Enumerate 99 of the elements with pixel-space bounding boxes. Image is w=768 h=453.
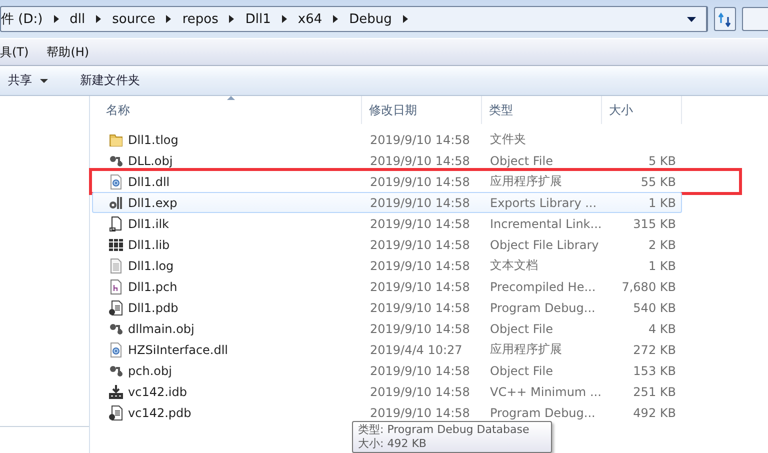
file-type: Object File (489, 322, 554, 336)
file-type: Program Debug... (489, 406, 596, 420)
modified-date: 2019/9/10 14:58 (369, 384, 471, 398)
file-row[interactable]: DLL.obj 2019/9/10 14:58 Object File 5 KB (92, 150, 682, 171)
chevron-icon (95, 14, 102, 24)
modified-date: 2019/9/10 14:58 (369, 174, 471, 188)
file-row[interactable]: Dll1.pch 2019/9/10 14:58 Precompiled He... 7,680 KB (92, 276, 682, 297)
chevron-icon (52, 14, 60, 24)
file-row[interactable]: dllmain.obj 2019/9/10 14:58 Object File 4 KB (92, 318, 682, 339)
breadcrumb[interactable]: repos (182, 12, 218, 26)
file-type: Object File Library (489, 238, 600, 252)
file-name: Dll1.ilk (128, 216, 169, 230)
tooltip-line: 大小: 492 KB (358, 437, 426, 451)
breadcrumb[interactable]: Debug (349, 12, 392, 26)
file-name: vc142.idb (128, 384, 187, 398)
file-size: 153 KB (632, 364, 677, 378)
new-folder-button[interactable]: 新建文件夹 (74, 68, 146, 93)
file-type: Precompiled He... (489, 280, 597, 294)
share-dropdown[interactable]: 共享 (2, 68, 54, 93)
file-name: Dll1.lib (128, 238, 170, 252)
chevron-icon (228, 14, 236, 24)
chevron-icon (280, 14, 288, 24)
file-size: 272 KB (632, 342, 677, 356)
file-name: DLL.obj (128, 154, 173, 168)
menu-item[interactable]: 具(T) (0, 44, 29, 60)
file-type: Object File (489, 364, 554, 378)
file-name: Dll1.exp (128, 196, 178, 210)
file-size: 7,680 KB (620, 280, 677, 294)
file-name: Dll1.tlog (128, 132, 178, 146)
modified-date: 2019/9/10 14:58 (369, 300, 471, 314)
file-name: pch.obj (128, 364, 172, 378)
file-type: 应用程序扩展 (489, 173, 563, 190)
column-header[interactable]: 类型 (482, 96, 602, 124)
file-name: Dll1.log (128, 258, 174, 272)
modified-date: 2019/9/10 14:58 (369, 238, 471, 252)
breadcrumb[interactable]: source (112, 12, 156, 26)
file-name: Dll1.dll (128, 174, 170, 188)
file-size: 1 KB (647, 196, 677, 210)
file-size: 540 KB (632, 300, 677, 314)
modified-date: 2019/9/10 14:58 (369, 132, 471, 146)
file-type: 文件夹 (489, 131, 527, 148)
column-header[interactable]: 大小 (602, 96, 682, 124)
file-name: HZSiInterface.dll (128, 342, 228, 356)
breadcrumb[interactable]: 件 (D:) (1, 10, 43, 28)
file-type: Exports Library ... (489, 196, 598, 210)
breadcrumb[interactable]: dll (70, 12, 86, 26)
tooltip-line: 类型: Program Debug Database (358, 423, 530, 437)
file-type: Program Debug... (489, 300, 596, 314)
modified-date: 2019/4/4 10:27 (369, 342, 464, 356)
file-name: Dll1.pch (128, 280, 178, 294)
modified-date: 2019/9/10 14:58 (369, 216, 471, 230)
sort-arrow-icon (226, 96, 234, 100)
modified-date: 2019/9/10 14:58 (369, 154, 471, 168)
chevron-icon (165, 14, 172, 24)
column-header[interactable]: 修改日期 (362, 96, 482, 124)
modified-date: 2019/9/10 14:58 (369, 280, 471, 294)
file-name: Dll1.pdb (128, 300, 178, 314)
refresh-icon (718, 12, 732, 26)
file-size: 4 KB (647, 322, 677, 336)
file-name: dllmain.obj (128, 322, 194, 336)
modified-date: 2019/9/10 14:58 (369, 196, 471, 210)
file-size: 55 KB (640, 174, 677, 188)
file-size: 2 KB (647, 238, 677, 252)
chevron-icon (332, 14, 340, 24)
file-type: 应用程序扩展 (489, 341, 563, 358)
chevron-icon (402, 14, 409, 24)
highlighted-file-row[interactable]: Dll1.dll 2019/9/10 14:58 应用程序扩展 55 KB (92, 171, 739, 192)
file-type: VC++ Minimum ... (489, 384, 602, 398)
modified-date: 2019/9/10 14:58 (369, 406, 471, 420)
refresh-button[interactable] (714, 7, 736, 31)
file-name: vc142.pdb (128, 406, 192, 420)
file-row[interactable]: vc142.idb 2019/9/10 14:58 VC++ Minimum ... 251 KB (92, 381, 682, 402)
file-row[interactable]: Dll1.lib 2019/9/10 14:58 Object File Library 2 KB (92, 234, 682, 255)
dropdown-arrow-icon (687, 16, 696, 22)
file-type: Object File (489, 154, 554, 168)
file-size: 315 KB (632, 216, 677, 230)
column-header[interactable]: 名称 (92, 96, 362, 124)
breadcrumb[interactable]: x64 (298, 12, 322, 26)
search-field[interactable] (742, 7, 768, 31)
file-row[interactable]: Dll1.ilk 2019/9/10 14:58 Incremental Link... 315 KB (92, 213, 682, 234)
file-row[interactable]: vc142.pdb 2019/9/10 14:58 Program Debug... 492 KB (92, 402, 682, 423)
file-size: 492 KB (632, 406, 677, 420)
file-type: Incremental Link... (489, 216, 603, 230)
file-row[interactable]: pch.obj 2019/9/10 14:58 Object File 153 KB (92, 360, 682, 381)
modified-date: 2019/9/10 14:58 (369, 322, 471, 336)
breadcrumb[interactable]: Dll1 (245, 12, 271, 26)
menu-item[interactable]: 帮助(H) (46, 44, 90, 60)
file-size: 251 KB (632, 384, 677, 398)
file-size: 5 KB (647, 154, 677, 168)
file-row[interactable]: Dll1.log 2019/9/10 14:58 文本文档 1 KB (92, 255, 682, 276)
file-type: 文本文档 (489, 257, 539, 274)
file-row[interactable]: Dll1.tlog 2019/9/10 14:58 文件夹 (92, 129, 682, 150)
modified-date: 2019/9/10 14:58 (369, 364, 471, 378)
file-row[interactable]: Dll1.pdb 2019/9/10 14:58 Program Debug... 540 KB (92, 297, 682, 318)
modified-date: 2019/9/10 14:58 (369, 258, 471, 272)
file-size: 1 KB (647, 258, 677, 272)
caret-icon (40, 78, 48, 82)
file-row[interactable]: HZSiInterface.dll 2019/4/4 10:27 应用程序扩展 272 KB (92, 339, 682, 360)
hovered-file-row[interactable]: Dll1.exp 2019/9/10 14:58 Exports Library ... 1 KB (92, 192, 682, 213)
